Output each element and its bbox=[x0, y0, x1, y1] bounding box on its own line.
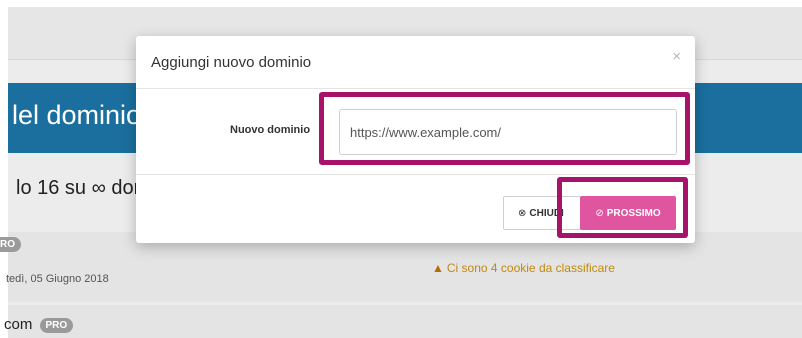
domain-input[interactable] bbox=[339, 109, 677, 155]
modal-title: Aggiungi nuovo dominio bbox=[151, 54, 312, 71]
row-domain-name: com bbox=[4, 316, 33, 333]
modal-header: Aggiungi nuovo dominio × bbox=[136, 36, 695, 89]
cookie-warning[interactable]: ▲ Ci sono 4 cookie da classificare bbox=[432, 261, 615, 275]
next-button-label: PROSSIMO bbox=[606, 207, 661, 219]
pro-badge: RO bbox=[0, 237, 21, 252]
circle-x-icon: ⊗ bbox=[518, 207, 527, 219]
next-button[interactable]: ⊘ PROSSIMO bbox=[580, 196, 676, 230]
row-date: tedì, 05 Giugno 2018 bbox=[6, 273, 109, 285]
row-domain[interactable]: com PRO bbox=[4, 316, 74, 333]
circle-check-icon: ⊘ bbox=[595, 207, 604, 219]
modal-footer: ⊗ CHIUDI ⊘ PROSSIMO bbox=[136, 174, 695, 243]
warning-triangle-icon: ▲ bbox=[432, 261, 444, 275]
pro-badge: PRO bbox=[39, 317, 74, 333]
domain-count-text: lo 16 su ∞ dom bbox=[16, 177, 151, 199]
modal-body: Nuovo dominio bbox=[136, 89, 695, 174]
add-domain-modal: Aggiungi nuovo dominio × Nuovo dominio ⊗… bbox=[136, 36, 695, 243]
banner-title: lel dominio bbox=[12, 100, 142, 130]
close-button-label: CHIUDI bbox=[529, 207, 564, 219]
domain-field-label: Nuovo dominio bbox=[230, 124, 311, 136]
domain-row[interactable] bbox=[8, 305, 802, 338]
close-icon[interactable]: × bbox=[672, 48, 681, 65]
close-button[interactable]: ⊗ CHIUDI bbox=[503, 196, 581, 230]
cookie-warning-text: Ci sono 4 cookie da classificare bbox=[446, 261, 615, 275]
